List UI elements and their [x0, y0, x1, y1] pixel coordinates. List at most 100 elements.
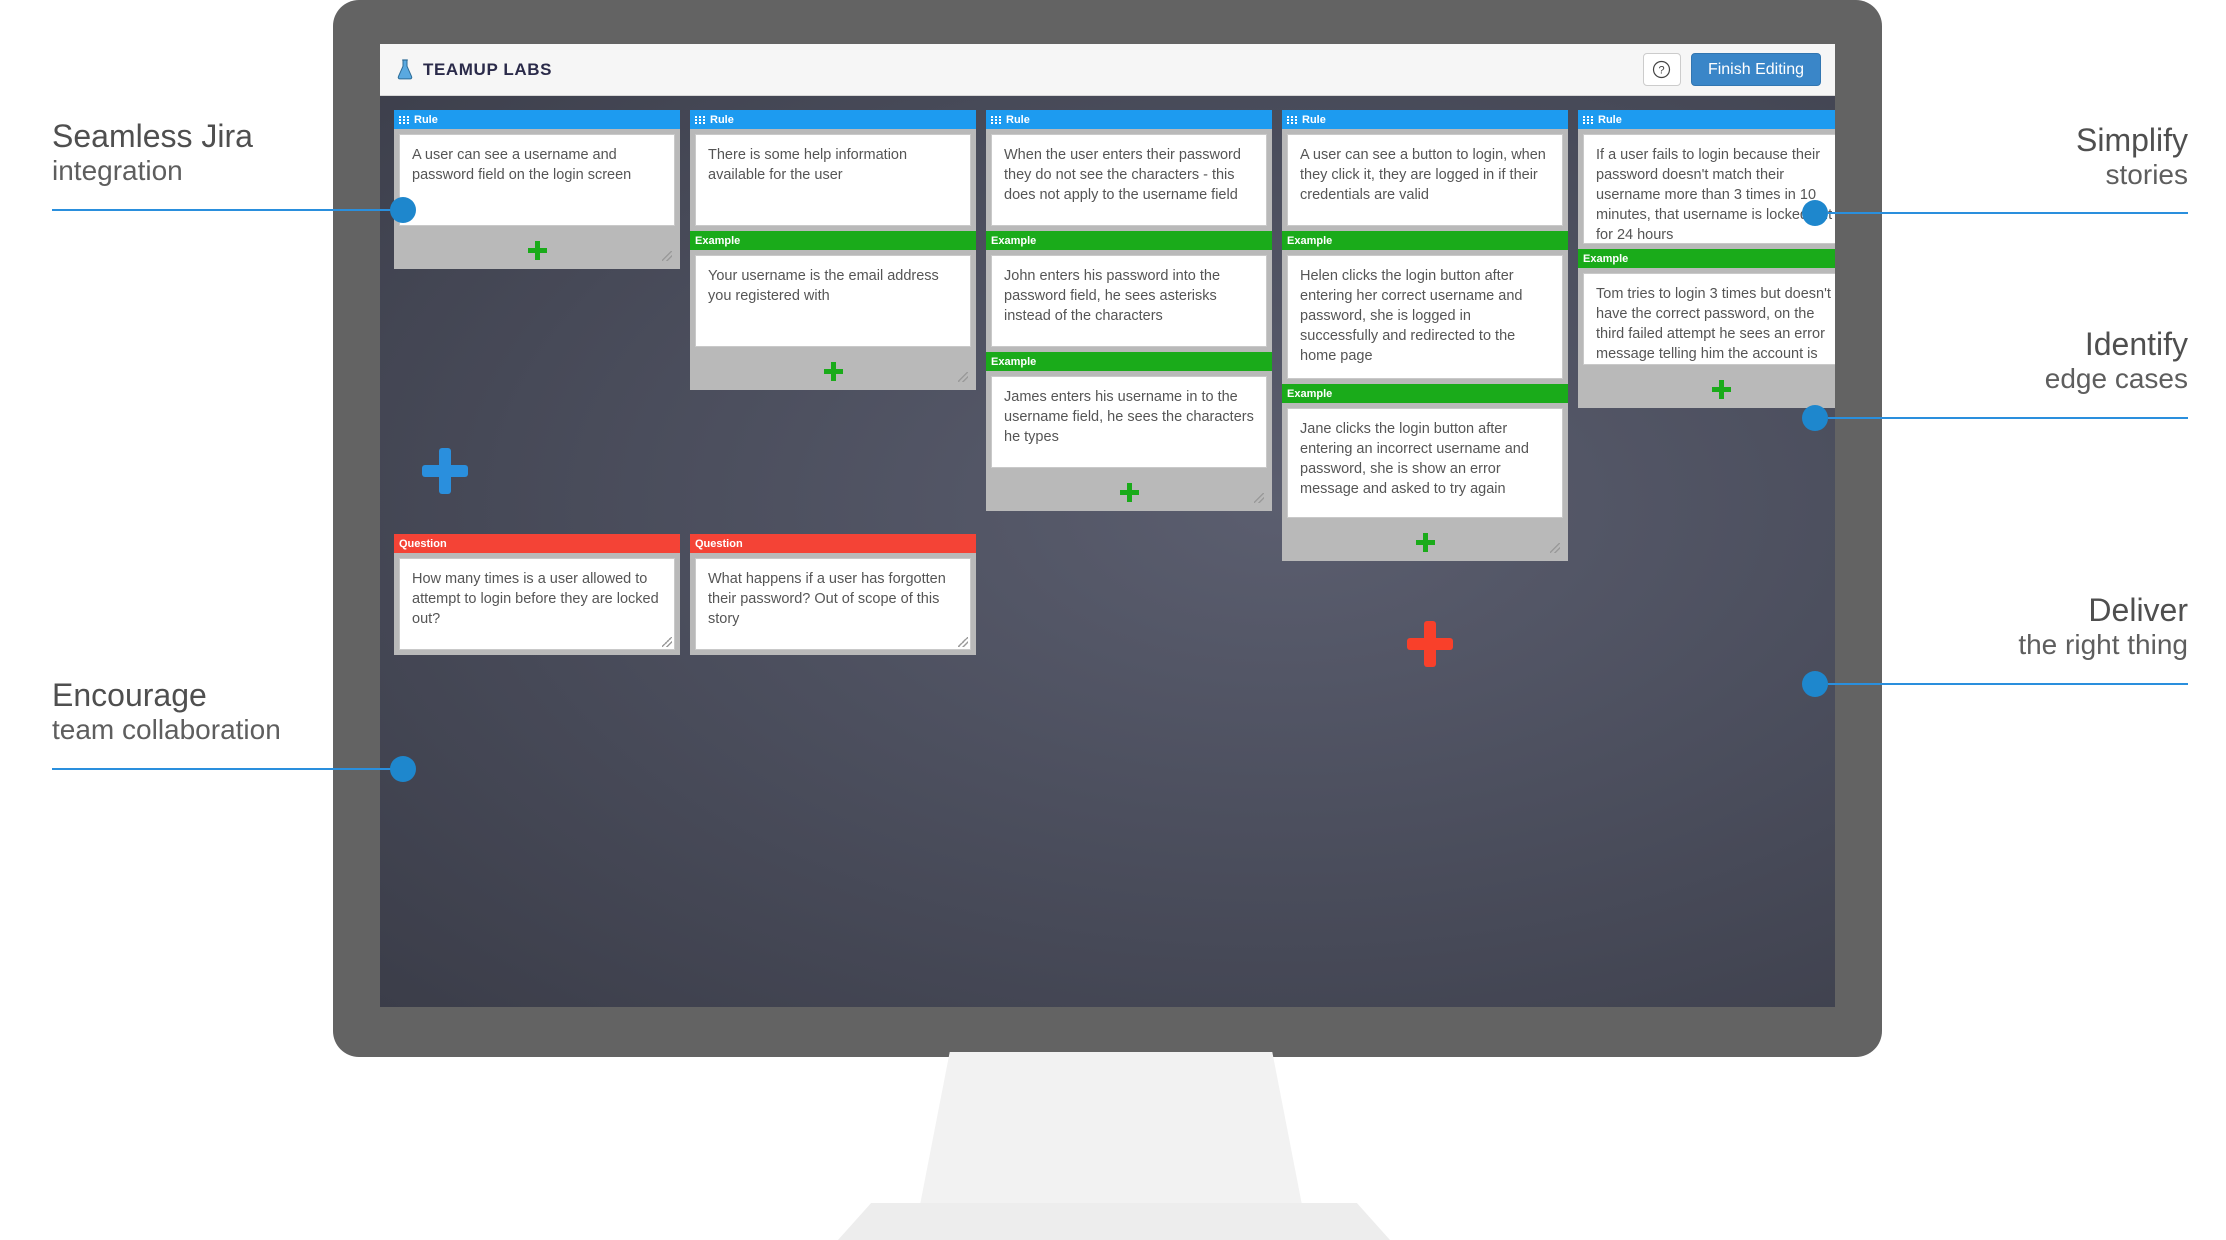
card-type-label: Rule	[1006, 113, 1030, 126]
monitor-frame: TEAMUP LABS ? Finish Editing Rule A user…	[333, 0, 1882, 1057]
rule-card: Rule When the user enters their password…	[986, 110, 1272, 503]
example-textarea[interactable]: Jane clicks the login button after enter…	[1287, 408, 1563, 518]
finish-editing-label: Finish Editing	[1707, 60, 1804, 78]
rule-textarea[interactable]: A user can see a username and password f…	[399, 134, 675, 226]
resize-handle[interactable]	[1254, 493, 1264, 503]
annotation-line1: Seamless Jira	[52, 118, 253, 154]
resize-handle[interactable]	[662, 251, 672, 261]
annotation-line2: stories	[2105, 159, 2188, 191]
question-textarea[interactable]: How many times is a user allowed to atte…	[399, 558, 675, 650]
rule-column: Rule When the user enters their password…	[986, 110, 1272, 511]
question-column: Question What happens if a user has forg…	[690, 534, 976, 655]
add-example-button[interactable]	[690, 352, 976, 390]
card-header-example[interactable]: Example	[1282, 231, 1568, 250]
add-rule-button[interactable]	[422, 448, 468, 494]
add-example-button[interactable]	[1282, 523, 1568, 561]
card-header-question[interactable]: Question	[690, 534, 976, 553]
rule-card: Rule A user can see a button to login, w…	[1282, 110, 1568, 553]
card-type-label: Example	[991, 355, 1037, 368]
plus-icon	[1415, 532, 1435, 552]
rule-card: Rule If a user fails to login because th…	[1578, 110, 1835, 249]
card-body: A user can see a username and password f…	[394, 129, 680, 261]
drag-handle-icon[interactable]	[991, 115, 1002, 124]
drag-handle-icon[interactable]	[1287, 115, 1298, 124]
card-type-label: Example	[1287, 387, 1333, 400]
rule-card: Rule There is some help information avai…	[690, 110, 976, 382]
card-type-label: Question	[399, 537, 447, 550]
card-header-rule[interactable]: Rule	[690, 110, 976, 129]
plus-icon	[823, 361, 843, 381]
card-header-example[interactable]: Example	[1282, 384, 1568, 403]
example-textarea[interactable]: Helen clicks the login button after ente…	[1287, 255, 1563, 379]
card-header-rule[interactable]: Rule	[986, 110, 1272, 129]
annotation-dot	[1802, 405, 1828, 431]
help-button[interactable]: ?	[1642, 53, 1681, 86]
plus-icon	[1711, 379, 1731, 399]
annotation-line1: Identify	[2084, 326, 2188, 362]
resize-handle[interactable]	[1550, 543, 1560, 553]
rule-textarea[interactable]: There is some help information available…	[695, 134, 971, 226]
annotation-label-edge-cases: Identify edge cases	[2045, 326, 2188, 396]
card-header-example[interactable]: Example	[1578, 249, 1835, 268]
annotation-line2: team collaboration	[52, 714, 281, 746]
card-body: Helen clicks the login button after ente…	[1282, 250, 1568, 553]
example-textarea[interactable]: Your username is the email address you r…	[695, 255, 971, 347]
card-header-example[interactable]: Example	[690, 231, 976, 250]
question-column: Question How many times is a user allowe…	[394, 534, 680, 655]
drag-handle-icon[interactable]	[695, 115, 706, 124]
annotation-dot	[1802, 671, 1828, 697]
card-type-label: Example	[695, 234, 741, 247]
example-card: Example James enters his username in to …	[986, 352, 1272, 503]
svg-text:?: ?	[1659, 65, 1665, 77]
card-header-example[interactable]: Example	[986, 352, 1272, 371]
card-header-rule[interactable]: Rule	[394, 110, 680, 129]
card-type-label: Rule	[710, 113, 734, 126]
add-example-button[interactable]	[1578, 370, 1835, 408]
card-header-question[interactable]: Question	[394, 534, 680, 553]
brand: TEAMUP LABS	[396, 58, 553, 81]
card-body: John enters his password into the passwo…	[986, 250, 1272, 503]
card-header-rule[interactable]: Rule	[1282, 110, 1568, 129]
resize-handle[interactable]	[662, 637, 672, 647]
card-body: What happens if a user has forgotten the…	[690, 553, 976, 655]
help-circle-icon: ?	[1653, 60, 1671, 79]
example-textarea[interactable]: James enters his username in to the user…	[991, 376, 1267, 468]
annotation-line2: integration	[52, 155, 183, 187]
card-header-example[interactable]: Example	[986, 231, 1272, 250]
add-example-button[interactable]	[986, 473, 1272, 511]
annotation-rule	[1828, 212, 2188, 214]
resize-handle[interactable]	[958, 372, 968, 382]
example-textarea[interactable]: John enters his password into the passwo…	[991, 255, 1267, 347]
rule-card: Rule A user can see a username and passw…	[394, 110, 680, 261]
rule-textarea[interactable]: A user can see a button to login, when t…	[1287, 134, 1563, 226]
finish-editing-button[interactable]: Finish Editing	[1690, 53, 1821, 86]
card-type-label: Question	[695, 537, 743, 550]
drag-handle-icon[interactable]	[399, 115, 410, 124]
annotation-rule	[52, 768, 402, 770]
plus-icon	[527, 240, 547, 260]
plus-icon	[1119, 482, 1139, 502]
card-body: Your username is the email address you r…	[690, 250, 976, 382]
card-header-rule[interactable]: Rule	[1578, 110, 1835, 129]
question-card: Question How many times is a user allowe…	[394, 534, 680, 655]
annotation-line1: Deliver	[2088, 592, 2188, 628]
drag-handle-icon[interactable]	[1583, 115, 1594, 124]
card-type-label: Example	[1287, 234, 1333, 247]
annotation-dot	[390, 197, 416, 223]
story-board[interactable]: Rule A user can see a username and passw…	[380, 96, 1835, 1007]
card-body: A user can see a button to login, when t…	[1282, 129, 1568, 553]
add-example-button[interactable]	[394, 231, 680, 269]
rule-textarea[interactable]: If a user fails to login because their p…	[1583, 134, 1835, 244]
add-question-button[interactable]	[1407, 621, 1453, 667]
annotation-label-simplify: Simplify stories	[2076, 122, 2188, 192]
example-textarea[interactable]: Tom tries to login 3 times but doesn't h…	[1583, 273, 1835, 365]
question-card: Question What happens if a user has forg…	[690, 534, 976, 655]
annotation-dot	[1802, 200, 1828, 226]
rule-textarea[interactable]: When the user enters their password they…	[991, 134, 1267, 226]
question-textarea[interactable]: What happens if a user has forgotten the…	[695, 558, 971, 650]
resize-handle[interactable]	[958, 637, 968, 647]
rule-column: Rule A user can see a username and passw…	[394, 110, 680, 269]
annotation-label-collaboration: Encourage team collaboration	[52, 677, 281, 747]
brand-name: TEAMUP LABS	[423, 59, 553, 79]
monitor-screen: TEAMUP LABS ? Finish Editing Rule A user…	[380, 44, 1835, 1007]
